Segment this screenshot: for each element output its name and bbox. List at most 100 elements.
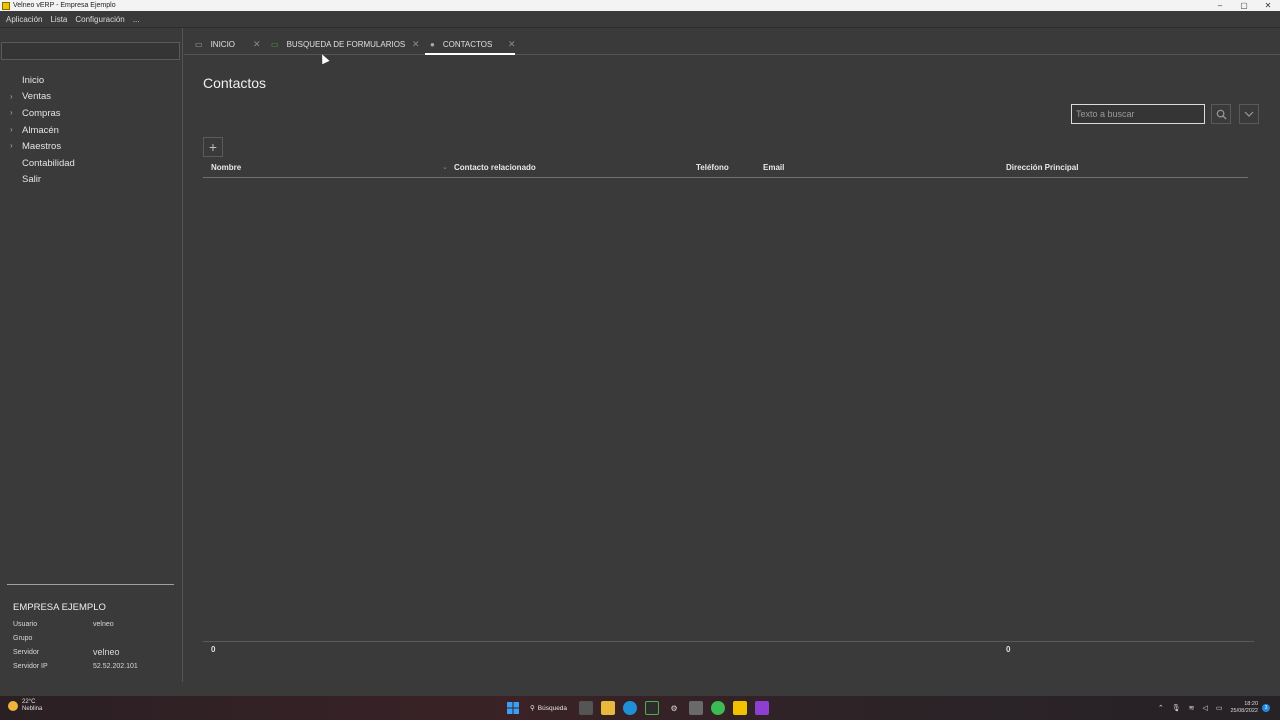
volume-icon[interactable]: ◁ — [1202, 704, 1207, 712]
info-key: Grupo — [13, 634, 33, 642]
company-name: EMPRESA EJEMPLO — [13, 602, 106, 613]
sidebar-item-inicio[interactable]: Inicio — [0, 72, 183, 89]
info-row-grupo: Grupo — [13, 631, 178, 645]
sidebar-item-label: Contabilidad — [22, 157, 75, 169]
footer-total-nombre: 0 — [211, 645, 216, 654]
options-dropdown-button[interactable] — [1239, 104, 1259, 124]
edge-browser-icon[interactable] — [623, 701, 638, 715]
clock-date: 25/08/2022 — [1230, 708, 1258, 714]
chevron-up-icon[interactable]: ⌃ — [1158, 704, 1164, 712]
close-window-icon[interactable]: ✕ — [1256, 0, 1280, 11]
file-explorer-icon[interactable] — [601, 701, 616, 715]
search-button[interactable] — [1211, 104, 1231, 124]
chevron-right-icon[interactable]: › — [10, 138, 13, 154]
info-value: velneo — [93, 647, 120, 657]
velneo-app-icon[interactable] — [733, 701, 748, 715]
settings-gear-icon[interactable]: ⚙ — [667, 701, 681, 715]
search-input[interactable] — [1071, 104, 1205, 124]
table-header: Nombre ⌄ Contacto relacionado Teléfono E… — [203, 161, 1248, 178]
twitch-icon[interactable] — [755, 701, 770, 715]
tab-busqueda-de-formularios[interactable]: ▭ BUSQUEDA DE FORMULARIOS ✕ — [271, 34, 420, 54]
task-view-icon[interactable] — [579, 701, 594, 715]
info-value: 52.52.202.101 — [93, 662, 138, 670]
menu-more[interactable]: ... — [133, 15, 140, 24]
close-icon[interactable]: ✕ — [508, 39, 516, 50]
battery-icon[interactable]: ▭ — [1216, 704, 1223, 712]
sort-chevron-icon[interactable]: ⌄ — [442, 163, 448, 171]
sidebar-item-label: Salir — [22, 174, 42, 186]
microphone-icon[interactable]: 🎙 — [1172, 704, 1181, 712]
sidebar-item-label: Maestros — [22, 141, 62, 153]
app-icon[interactable] — [689, 701, 704, 715]
system-clock[interactable]: 18:20 25/08/2022 — [1230, 701, 1258, 715]
tab-label: BUSQUEDA DE FORMULARIOS — [286, 39, 406, 49]
store-icon[interactable] — [645, 701, 660, 715]
menu-aplicacion[interactable]: Aplicación — [6, 15, 42, 24]
column-header-telefono[interactable]: Teléfono — [696, 161, 729, 174]
tab-inicio[interactable]: ▭ INICIO ✕ — [195, 34, 261, 54]
os-taskbar: 22°C Neblina ⚲ Búsqueda ⚙ ⌃ 🎙 ≋ ◁ ▭ 18:2… — [0, 696, 1280, 720]
chevron-right-icon[interactable]: › — [10, 122, 13, 138]
sidebar-item-label: Inicio — [22, 74, 45, 86]
wifi-icon[interactable]: ≋ — [1189, 704, 1195, 712]
person-icon: ● — [430, 39, 435, 49]
footer-total-direccion: 0 — [1006, 645, 1011, 654]
sidebar-item-label: Compras — [22, 107, 61, 119]
info-key: Servidor — [13, 648, 40, 656]
tab-label: INICIO — [210, 39, 236, 49]
info-row-servidor-ip: Servidor IP 52.52.202.101 — [13, 659, 178, 673]
search-icon — [1216, 109, 1227, 120]
sidebar-item-label: Ventas — [22, 91, 52, 103]
sidebar-item-maestros[interactable]: › Maestros — [0, 138, 183, 155]
folder-icon: ▭ — [195, 39, 203, 49]
sidebar-item-contabilidad[interactable]: Contabilidad — [0, 155, 183, 172]
column-header-email[interactable]: Email — [763, 161, 784, 174]
tab-contactos[interactable]: ● CONTACTOS ✕ — [425, 34, 516, 55]
add-contact-button[interactable]: + — [203, 137, 223, 157]
window-title: Velneo vERP - Empresa Ejemplo — [13, 2, 116, 9]
info-key: Servidor IP — [13, 662, 48, 670]
column-header-contacto-relacionado[interactable]: Contacto relacionado — [454, 161, 536, 174]
session-info: EMPRESA EJEMPLO Usuario velneo Grupo Ser… — [13, 602, 178, 673]
table-footer-divider — [203, 641, 1254, 642]
sidebar-item-compras[interactable]: › Compras — [0, 105, 183, 122]
system-tray: ⌃ 🎙 ≋ ◁ ▭ 18:20 25/08/2022 3 — [1154, 699, 1270, 717]
menu-bar: Aplicación Lista Configuración ... — [0, 11, 1280, 28]
window-titlebar: Velneo vERP - Empresa Ejemplo – ▢ ✕ — [0, 0, 1280, 11]
sidebar-item-salir[interactable]: Salir — [0, 172, 183, 189]
form-icon: ▭ — [271, 39, 279, 49]
sidebar-item-almacen[interactable]: › Almacén — [0, 122, 183, 139]
chevron-down-icon — [1244, 111, 1254, 117]
sidebar-search-input[interactable] — [1, 42, 180, 60]
taskbar-search-label: Búsqueda — [537, 704, 568, 712]
column-header-direccion-principal[interactable]: Dirección Principal — [1006, 161, 1078, 174]
notification-badge[interactable]: 3 — [1262, 704, 1270, 712]
weather-desc: Neblina — [22, 706, 43, 712]
tab-bar: ▭ INICIO ✕ ▭ BUSQUEDA DE FORMULARIOS ✕ ●… — [184, 34, 1280, 55]
menu-configuracion[interactable]: Configuración — [75, 15, 124, 24]
sidebar: Inicio › Ventas › Compras › Almacén › Ma… — [0, 28, 183, 682]
sidebar-item-ventas[interactable]: › Ventas — [0, 89, 183, 106]
clock-time: 18:20 — [1244, 701, 1258, 707]
sidebar-nav: Inicio › Ventas › Compras › Almacén › Ma… — [0, 72, 183, 188]
taskbar-apps: ⚲ Búsqueda ⚙ — [502, 699, 773, 717]
weather-widget[interactable]: 22°C Neblina — [8, 699, 42, 713]
close-icon[interactable]: ✕ — [253, 39, 261, 50]
minimize-icon[interactable]: – — [1208, 0, 1232, 11]
chevron-right-icon[interactable]: › — [10, 105, 13, 121]
plus-icon: + — [208, 139, 218, 155]
column-header-nombre[interactable]: Nombre — [211, 161, 241, 174]
tab-label: CONTACTOS — [442, 39, 493, 49]
maximize-icon[interactable]: ▢ — [1232, 0, 1256, 11]
close-icon[interactable]: ✕ — [412, 39, 420, 50]
info-row-servidor: Servidor velneo — [13, 645, 178, 659]
info-value: velneo — [93, 620, 114, 628]
taskbar-search-button[interactable]: ⚲ Búsqueda — [530, 704, 568, 713]
sidebar-divider — [7, 584, 174, 585]
info-key: Usuario — [13, 620, 38, 628]
menu-lista[interactable]: Lista — [50, 15, 67, 24]
chrome-browser-icon[interactable] — [711, 701, 726, 715]
chevron-right-icon[interactable]: › — [10, 89, 13, 105]
start-icon[interactable] — [506, 701, 520, 715]
page-title: Contactos — [203, 75, 267, 91]
